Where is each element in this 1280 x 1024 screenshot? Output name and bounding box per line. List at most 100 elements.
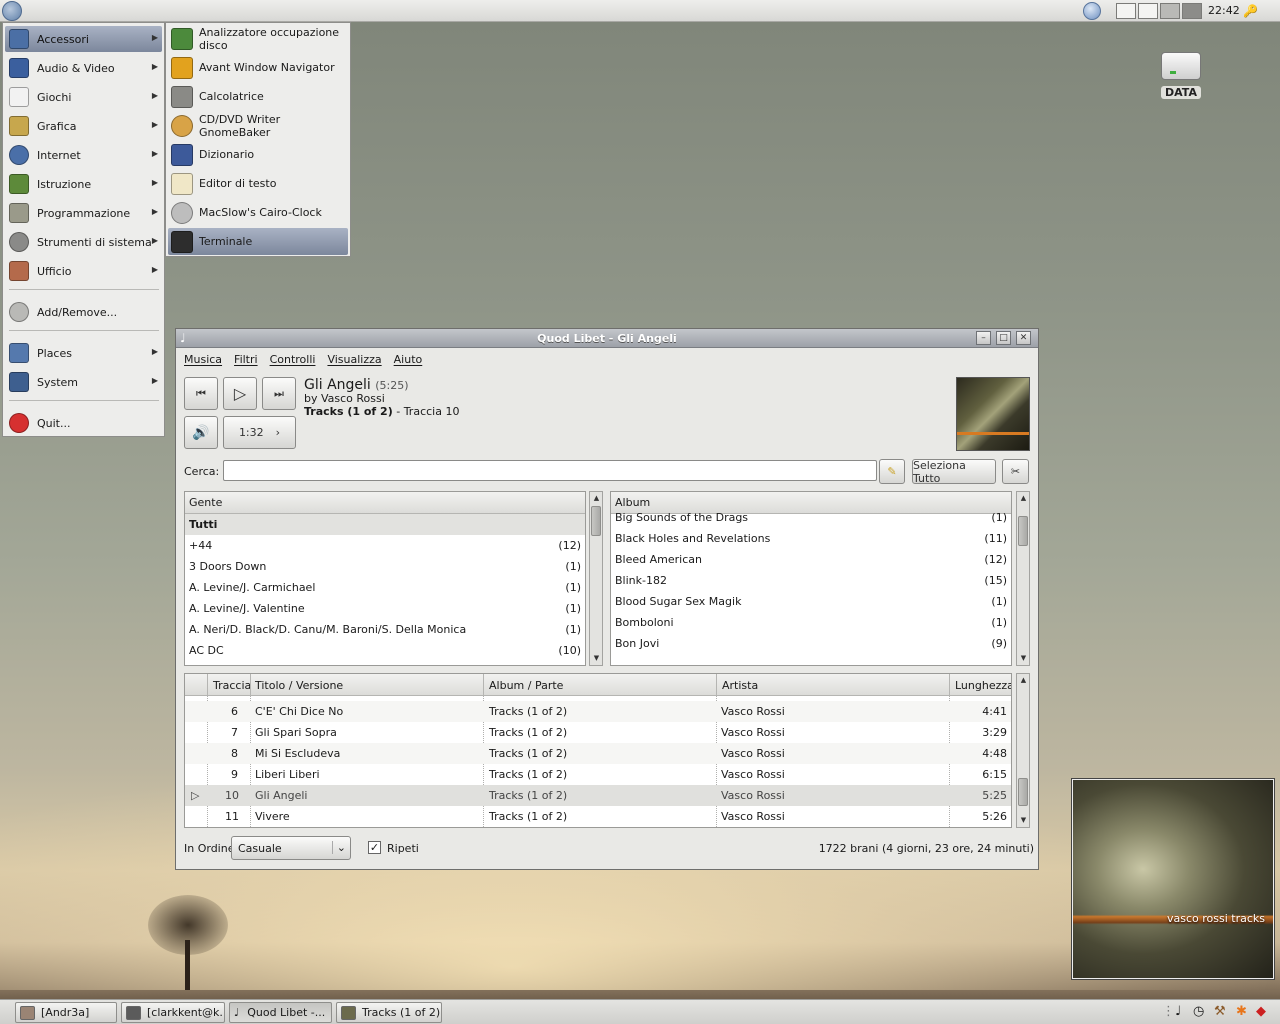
scroll-up-icon[interactable]: ▲	[1018, 493, 1029, 504]
menu-controlli[interactable]: Controlli	[270, 353, 316, 366]
menu-item-ufficio[interactable]: Ufficio ▶	[5, 258, 162, 284]
menu-item-system[interactable]: System ▶	[5, 369, 162, 395]
people-row[interactable]: A. Levine/J. Carmichael (1)	[185, 577, 585, 598]
people-header[interactable]: Gente	[185, 492, 585, 514]
workspace-4[interactable]	[1182, 3, 1202, 19]
workspace-switcher[interactable]	[1116, 3, 1204, 19]
seek-button[interactable]: 1:32 ›	[223, 416, 296, 449]
people-row[interactable]: 3 Doors Down (1)	[185, 556, 585, 577]
menu-visualizza[interactable]: Visualizza	[327, 353, 381, 366]
track-list-scrollbar[interactable]: ▲ ▼	[1016, 673, 1030, 828]
album-row[interactable]: Bomboloni (1)	[611, 612, 1011, 633]
menu-item-programmazione[interactable]: Programmazione ▶	[5, 200, 162, 226]
scroll-up-icon[interactable]: ▲	[1018, 675, 1029, 686]
task-terminal[interactable]: [clarkkent@k...	[121, 1002, 225, 1023]
workspace-3[interactable]	[1160, 3, 1180, 19]
album-row[interactable]: Big Sounds of the Drags (1)	[611, 507, 1011, 528]
scroll-thumb[interactable]	[1018, 778, 1028, 806]
keyring-icon[interactable]: 🔑	[1243, 4, 1273, 18]
menu-item-add-remove[interactable]: Add/Remove...	[5, 299, 162, 325]
order-combo[interactable]: Casuale ⌄	[231, 836, 351, 860]
clear-search-button[interactable]: ✎	[879, 459, 905, 484]
ruby-icon[interactable]: ◆	[1256, 1004, 1266, 1019]
album-cover-thumbnail[interactable]	[956, 377, 1030, 451]
column-album[interactable]: Album / Parte	[489, 679, 563, 692]
people-row[interactable]: A. Levine/J. Valentine (1)	[185, 598, 585, 619]
album-scrollbar[interactable]: ▲ ▼	[1016, 491, 1030, 666]
scroll-up-icon[interactable]: ▲	[591, 493, 602, 504]
column-artista[interactable]: Artista	[722, 679, 758, 692]
people-row[interactable]: A. Neri/D. Black/D. Canu/M. Baroni/S. De…	[185, 619, 585, 640]
next-button[interactable]: ⏭	[262, 377, 296, 410]
desktop-drive-data[interactable]: DATA	[1155, 52, 1207, 99]
people-row[interactable]: AC DC (10)	[185, 640, 585, 661]
column-lunghezza[interactable]: Lunghezza	[955, 679, 1011, 692]
submenu-item-awn[interactable]: Avant Window Navigator	[168, 54, 348, 81]
column-traccia[interactable]: Traccia	[213, 679, 251, 692]
clock[interactable]: 22:42	[1208, 4, 1240, 17]
submenu-item-terminale[interactable]: Terminale	[168, 228, 348, 255]
track-row-playing[interactable]: ▷ 10 Gli Angeli Tracks (1 of 2) Vasco Ro…	[185, 785, 1011, 806]
menu-item-places[interactable]: Places ▶	[5, 340, 162, 366]
search-input[interactable]	[223, 460, 877, 481]
people-row[interactable]: Tutti	[185, 514, 585, 535]
volume-button[interactable]: 🔊	[184, 416, 218, 449]
repeat-label[interactable]: Ripeti	[387, 842, 419, 855]
menu-item-strumenti-di-sistema[interactable]: Strumenti di sistema ▶	[5, 229, 162, 255]
menu-item-grafica[interactable]: Grafica ▶	[5, 113, 162, 139]
task-tracks[interactable]: Tracks (1 of 2)	[336, 1002, 442, 1023]
task-quodlibet[interactable]: ♩ Quod Libet -...	[229, 1002, 332, 1023]
main-menu-icon[interactable]	[2, 1, 22, 21]
task-andr3a[interactable]: [Andr3a]	[15, 1002, 117, 1023]
menu-item-istruzione[interactable]: Istruzione ▶	[5, 171, 162, 197]
maximize-button[interactable]: □	[996, 331, 1011, 345]
submenu-item-gnomebaker[interactable]: CD/DVD Writer GnomeBaker	[168, 112, 348, 139]
update-notifier-icon[interactable]: ✱	[1236, 1004, 1247, 1019]
track-row[interactable]: 9 Liberi Liberi Tracks (1 of 2) Vasco Ro…	[185, 764, 1011, 785]
menu-filtri[interactable]: Filtri	[234, 353, 258, 366]
track-row[interactable]: 6 C'E' Chi Dice No Tracks (1 of 2) Vasco…	[185, 701, 1011, 722]
network-icon[interactable]	[1083, 2, 1101, 20]
scroll-thumb[interactable]	[1018, 516, 1028, 546]
workspace-2[interactable]	[1138, 3, 1158, 19]
track-row[interactable]: 11 Vivere Tracks (1 of 2) Vasco Rossi 5:…	[185, 806, 1011, 827]
album-row[interactable]: Black Holes and Revelations (11)	[611, 528, 1011, 549]
menu-item-accessori[interactable]: Accessori ▶	[5, 26, 162, 52]
menu-item-audio-video[interactable]: Audio & Video ▶	[5, 55, 162, 81]
album-row[interactable]: Bleed American (12)	[611, 549, 1011, 570]
scroll-down-icon[interactable]: ▼	[1018, 815, 1029, 826]
submenu-item-dizionario[interactable]: Dizionario	[168, 141, 348, 168]
submenu-item-disk-usage[interactable]: Analizzatore occupazione disco	[168, 25, 348, 52]
album-row[interactable]: Blink-182 (15)	[611, 570, 1011, 591]
select-all-button[interactable]: Seleziona Tutto	[912, 459, 996, 485]
scroll-down-icon[interactable]: ▼	[1018, 653, 1029, 664]
menu-item-internet[interactable]: Internet ▶	[5, 142, 162, 168]
column-titolo[interactable]: Titolo / Versione	[255, 679, 343, 692]
play-button[interactable]: ▷	[223, 377, 257, 410]
browser-prefs-button[interactable]: ✂	[1002, 459, 1029, 484]
album-cover-desklet[interactable]: vasco rossi tracks	[1071, 778, 1275, 980]
window-titlebar[interactable]: ♩ Quod Libet - Gli Angeli – □ ✕	[176, 329, 1038, 348]
scroll-down-icon[interactable]: ▼	[591, 653, 602, 664]
tools-tray-icon[interactable]: ⚒	[1214, 1004, 1226, 1019]
people-row[interactable]: +44 (12)	[185, 535, 585, 556]
previous-button[interactable]: ⏮	[184, 377, 218, 410]
timer-icon[interactable]: ◷	[1193, 1004, 1204, 1019]
repeat-checkbox[interactable]: ✓	[368, 841, 381, 854]
menu-item-giochi[interactable]: Giochi ▶	[5, 84, 162, 110]
workspace-1[interactable]	[1116, 3, 1136, 19]
track-row[interactable]: 7 Gli Spari Sopra Tracks (1 of 2) Vasco …	[185, 722, 1011, 743]
quodlibet-tray-icon[interactable]: ♩	[1175, 1004, 1181, 1019]
minimize-button[interactable]: –	[976, 331, 991, 345]
close-button[interactable]: ✕	[1016, 331, 1031, 345]
menu-aiuto[interactable]: Aiuto	[394, 353, 423, 366]
album-row[interactable]: Blood Sugar Sex Magik (1)	[611, 591, 1011, 612]
submenu-item-editor-di-testo[interactable]: Editor di testo	[168, 170, 348, 197]
menu-musica[interactable]: Musica	[184, 353, 222, 366]
submenu-item-cairo-clock[interactable]: MacSlow's Cairo-Clock	[168, 199, 348, 226]
menu-item-quit[interactable]: Quit...	[5, 410, 162, 436]
album-row[interactable]: Bon Jovi (9)	[611, 633, 1011, 654]
submenu-item-calcolatrice[interactable]: Calcolatrice	[168, 83, 348, 110]
scroll-thumb[interactable]	[591, 506, 601, 536]
track-row[interactable]: 8 Mi Si Escludeva Tracks (1 of 2) Vasco …	[185, 743, 1011, 764]
